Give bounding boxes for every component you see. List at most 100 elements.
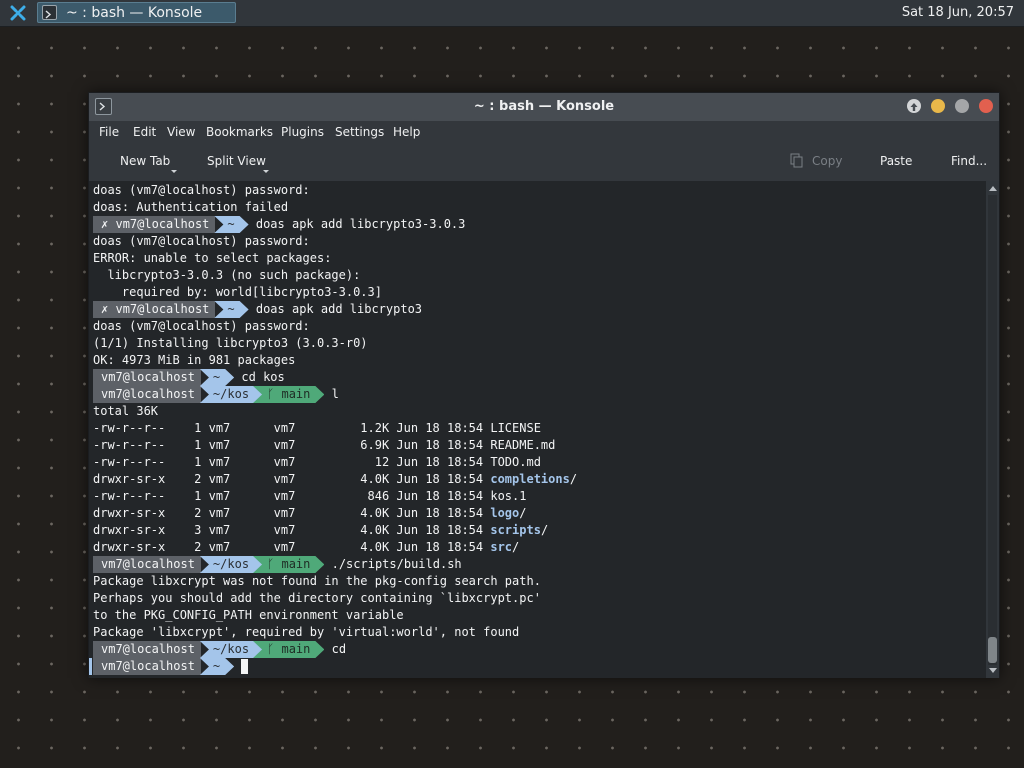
ls-row: drwxr-sr-x 3 vm7 vm7 4.0K Jun 18 18:54 s… (93, 522, 548, 539)
prompt-line: vm7@localhost ~/kos ᚴ main l (93, 386, 339, 403)
chevron-down-icon[interactable] (171, 170, 177, 173)
prompt-dir-segment: ~ (214, 301, 248, 318)
output-line: doas (vm7@localhost) password: (93, 234, 310, 248)
ls-dirname: completions (490, 472, 570, 486)
ls-dir-suffix: / (512, 540, 520, 554)
ls-meta: drwxr-sr-x 3 vm7 vm7 4.0K Jun 18 18:54 (93, 523, 491, 537)
ls-meta: drwxr-sr-x 2 vm7 vm7 4.0K Jun 18 18:54 (93, 540, 491, 554)
ls-dir-suffix: / (519, 506, 527, 520)
maximize-button[interactable] (955, 99, 969, 113)
prompt-line-current: vm7@localhost ~ (93, 658, 249, 675)
scrollbar-thumb[interactable] (988, 637, 997, 663)
application-launcher-icon[interactable] (10, 5, 26, 21)
prompt-dir-segment: ~ (200, 658, 234, 675)
failure-mark: ✗ (101, 217, 109, 231)
ls-row: -rw-r--r-- 1 vm7 vm7 846 Jun 18 18:54 ko… (93, 488, 526, 505)
menu-help[interactable]: Help (393, 125, 420, 139)
toolbar: New Tab Split View Copy Paste Find... (89, 145, 999, 181)
command-text: doas apk add libcrypto3 (255, 302, 423, 316)
prompt-user-segment: ✗ vm7@localhost (93, 216, 216, 233)
failure-mark: ✗ (101, 302, 109, 316)
prompt-dir-segment: ~/kos (200, 641, 263, 658)
window-title: ~ : bash — Konsole (473, 99, 615, 114)
prompt-line: ✗ vm7@localhost ~ doas apk add libcrypto3… (93, 216, 465, 233)
prompt-user: vm7@localhost (93, 641, 201, 658)
output-line: doas: Authentication failed (93, 200, 289, 214)
prompt-git-segment: ᚴ main (253, 556, 324, 573)
ls-meta: drwxr-sr-x 2 vm7 vm7 4.0K Jun 18 18:54 (93, 506, 491, 520)
copy-icon (790, 153, 803, 168)
terminal-scrollbar[interactable] (986, 181, 999, 678)
output-line: doas (vm7@localhost) password: (93, 183, 310, 197)
output-line: OK: 4973 MiB in 981 packages (93, 353, 296, 367)
prompt-user: vm7@localhost (93, 369, 201, 386)
prompt-line: vm7@localhost ~ cd kos (93, 369, 285, 386)
taskbar-item-konsole[interactable]: ~ : bash — Konsole (37, 2, 236, 23)
prompt-line: ✗ vm7@localhost ~ doas apk add libcrypto3 (93, 301, 422, 318)
menu-bookmarks[interactable]: Bookmarks (206, 125, 273, 139)
prompt-user-segment: ✗ vm7@localhost (93, 301, 216, 318)
prompt-user: vm7@localhost (93, 556, 201, 573)
konsole-window: ~ : bash — Konsole File Edit View Bookma… (88, 92, 1000, 678)
chevron-down-icon[interactable] (263, 170, 269, 173)
scroll-down-icon[interactable] (989, 668, 997, 673)
prompt-git-segment: ᚴ main (253, 641, 324, 658)
ls-row: -rw-r--r-- 1 vm7 vm7 6.9K Jun 18 18:54 R… (93, 437, 555, 454)
ls-dir-suffix: / (569, 472, 578, 486)
ls-meta: -rw-r--r-- 1 vm7 vm7 846 Jun 18 18:54 (93, 489, 491, 503)
prompt-line: vm7@localhost ~/kos ᚴ main cd (93, 641, 346, 658)
menubar: File Edit View Bookmarks Plugins Setting… (89, 121, 999, 145)
scroll-up-icon[interactable] (989, 186, 997, 191)
output-line: libcrypto3-3.0.3 (no such package): (93, 268, 361, 282)
menu-settings[interactable]: Settings (335, 125, 384, 139)
prompt-dir-segment: ~ (200, 369, 234, 386)
konsole-icon (42, 5, 57, 20)
find-button[interactable]: Find... (951, 154, 987, 168)
menu-file[interactable]: File (99, 125, 119, 139)
arrow-up-icon (910, 103, 918, 111)
output-line: ERROR: unable to select packages: (93, 251, 332, 265)
ls-filename: TODO.md (490, 455, 541, 469)
new-tab-button[interactable]: New Tab (120, 154, 170, 168)
command-text: l (331, 387, 339, 401)
split-view-button[interactable]: Split View (207, 154, 266, 168)
window-titlebar[interactable]: ~ : bash — Konsole (89, 93, 999, 121)
command-text: doas apk add libcrypto3-3.0.3 (255, 217, 466, 231)
menu-edit[interactable]: Edit (133, 125, 156, 139)
digital-clock[interactable]: Sat 18 Jun, 20:57 (902, 5, 1014, 20)
current-line-marker (89, 658, 92, 675)
scrollbar-track[interactable] (988, 195, 997, 665)
output-line: required by: world[libcrypto3-3.0.3] (93, 285, 382, 299)
output-line: total 36K (93, 404, 159, 418)
prompt-dir-segment: ~ (214, 216, 248, 233)
ls-dirname: logo (490, 506, 520, 520)
menu-plugins[interactable]: Plugins (281, 125, 324, 139)
prompt-dir-segment: ~/kos (200, 386, 263, 403)
ls-filename: README.md (490, 438, 556, 452)
paste-button[interactable]: Paste (880, 154, 912, 168)
ls-dir-suffix: / (540, 523, 549, 537)
output-line: (1/1) Installing libcrypto3 (3.0.3-r0) (93, 336, 368, 350)
ls-filename: LICENSE (490, 421, 541, 435)
ls-row: -rw-r--r-- 1 vm7 vm7 12 Jun 18 18:54 TOD… (93, 454, 541, 471)
ls-meta: -rw-r--r-- 1 vm7 vm7 1.2K Jun 18 18:54 (93, 421, 491, 435)
taskbar-item-label: ~ : bash — Konsole (66, 5, 203, 21)
command-text: cd kos (241, 370, 285, 384)
ls-row: -rw-r--r-- 1 vm7 vm7 1.2K Jun 18 18:54 L… (93, 420, 541, 437)
menu-view[interactable]: View (167, 125, 195, 139)
prompt-user: vm7@localhost (93, 658, 201, 675)
prompt-dir-segment: ~/kos (200, 556, 263, 573)
output-line: Perhaps you should add the directory con… (93, 591, 541, 605)
prompt-line: vm7@localhost ~/kos ᚴ main ./scripts/build… (93, 556, 462, 573)
ls-filename: kos.1 (490, 489, 527, 503)
command-text: ./scripts/build.sh (331, 557, 462, 571)
keep-above-button[interactable] (907, 99, 921, 113)
output-line: to the PKG_CONFIG_PATH environment varia… (93, 608, 404, 622)
prompt-user: vm7@localhost (93, 386, 201, 403)
copy-button[interactable]: Copy (812, 154, 842, 168)
terminal-view[interactable]: doas (vm7@localhost) password: doas: Aut… (89, 181, 986, 678)
ls-dirname: scripts (490, 523, 541, 537)
close-button[interactable] (979, 99, 993, 113)
minimize-button[interactable] (931, 99, 945, 113)
output-line: Package libxcrypt was not found in the p… (93, 574, 541, 588)
